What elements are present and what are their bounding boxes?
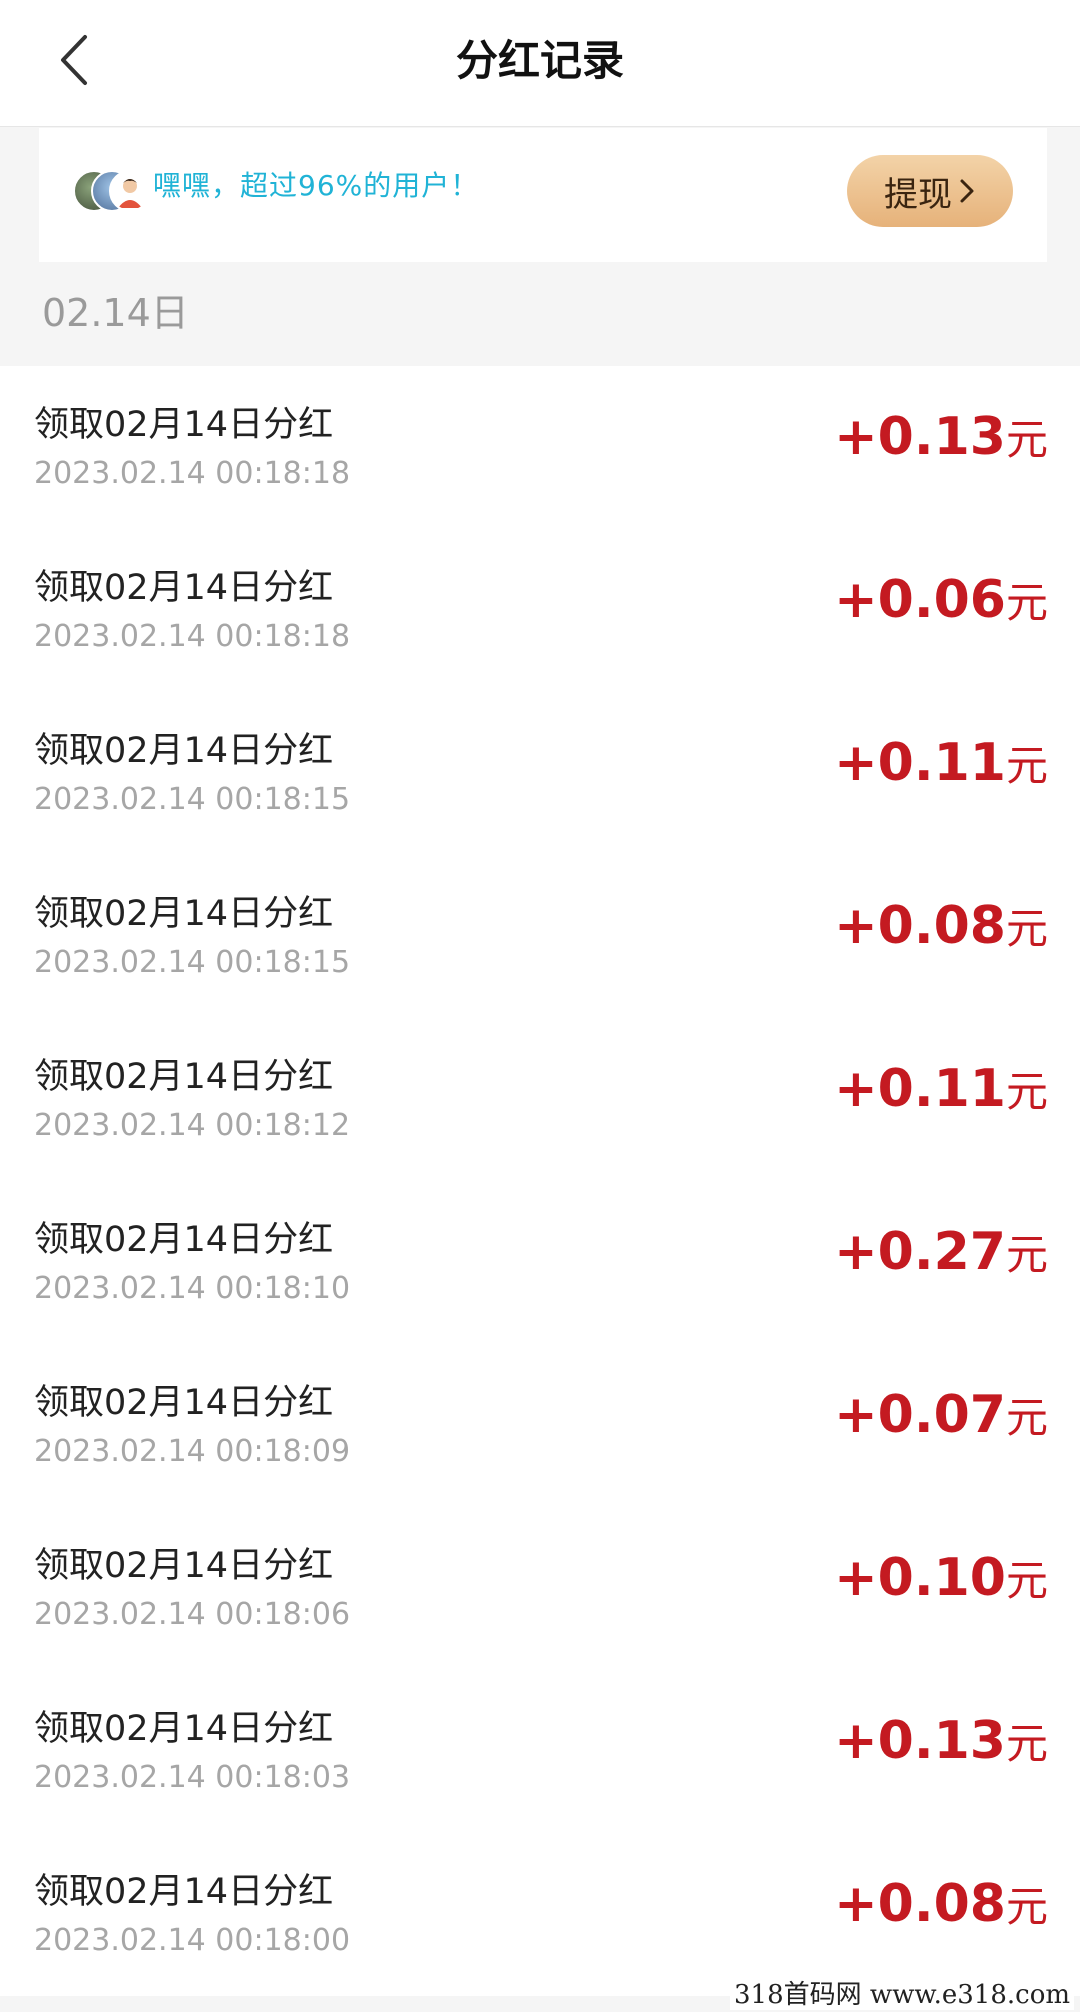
record-time: 2023.02.14 00:18:06 (34, 1597, 351, 1632)
withdraw-button[interactable]: 提现 (847, 155, 1013, 227)
amount-value: +0.11 (834, 1059, 1006, 1119)
amount-value: +0.11 (834, 733, 1006, 793)
chevron-right-icon (960, 179, 974, 203)
top-nav-bar: 分红记录 (0, 0, 1080, 127)
record-amount: +0.13元 (834, 406, 1048, 467)
record-time: 2023.02.14 00:18:15 (34, 782, 351, 817)
record-title: 领取02月14日分红 (34, 405, 334, 445)
record-title: 领取02月14日分红 (34, 1383, 334, 1423)
amount-unit: 元 (1005, 904, 1048, 953)
amount-unit: 元 (1005, 415, 1048, 464)
banner-message: 嘿嘿，超过96%的用户！ (153, 169, 480, 202)
record-amount: +0.27元 (834, 1221, 1048, 1282)
amount-unit: 元 (1005, 741, 1048, 790)
record-time: 2023.02.14 00:18:18 (34, 619, 351, 654)
page-title: 分红记录 (455, 36, 624, 85)
dividend-record-list: 领取02月14日分红 2023.02.14 00:18:18 +0.13元 领取02月… (0, 366, 1080, 1996)
record-amount: +0.11元 (834, 1058, 1048, 1119)
record-amount: +0.08元 (834, 1873, 1048, 1934)
record-amount: +0.06元 (834, 569, 1048, 630)
list-item[interactable]: 领取02月14日分红 2023.02.14 00:18:12 +0.11元 (0, 1018, 1080, 1181)
date-section-header: 02.14日 (42, 291, 189, 335)
amount-unit: 元 (1005, 578, 1048, 627)
amount-value: +0.06 (834, 570, 1006, 630)
amount-value: +0.08 (834, 1874, 1006, 1934)
record-title: 领取02月14日分红 (34, 1220, 334, 1260)
record-time: 2023.02.14 00:18:00 (34, 1923, 351, 1958)
amount-unit: 元 (1005, 1719, 1048, 1768)
record-amount: +0.11元 (834, 732, 1048, 793)
amount-unit: 元 (1005, 1882, 1048, 1931)
record-title: 领取02月14日分红 (34, 731, 334, 771)
record-amount: +0.08元 (834, 895, 1048, 956)
record-time: 2023.02.14 00:18:15 (34, 945, 351, 980)
list-item[interactable]: 领取02月14日分红 2023.02.14 00:18:00 +0.08元 (0, 1833, 1080, 1996)
list-item[interactable]: 领取02月14日分红 2023.02.14 00:18:09 +0.07元 (0, 1344, 1080, 1507)
list-item[interactable]: 领取02月14日分红 2023.02.14 00:18:06 +0.10元 (0, 1507, 1080, 1670)
amount-value: +0.27 (834, 1222, 1006, 1282)
list-item[interactable]: 领取02月14日分红 2023.02.14 00:18:03 +0.13元 (0, 1670, 1080, 1833)
record-time: 2023.02.14 00:18:03 (34, 1760, 351, 1795)
record-title: 领取02月14日分红 (34, 568, 334, 608)
amount-value: +0.07 (834, 1385, 1006, 1445)
record-title: 领取02月14日分红 (34, 1872, 334, 1912)
list-item[interactable]: 领取02月14日分红 2023.02.14 00:18:18 +0.06元 (0, 529, 1080, 692)
amount-unit: 元 (1005, 1556, 1048, 1605)
amount-unit: 元 (1005, 1230, 1048, 1279)
record-time: 2023.02.14 00:18:09 (34, 1434, 351, 1469)
withdraw-label: 提现 (884, 174, 952, 215)
record-time: 2023.02.14 00:18:10 (34, 1271, 351, 1306)
amount-value: +0.13 (834, 1711, 1006, 1771)
list-item[interactable]: 领取02月14日分红 2023.02.14 00:18:18 +0.13元 (0, 366, 1080, 529)
list-item[interactable]: 领取02月14日分红 2023.02.14 00:18:15 +0.11元 (0, 692, 1080, 855)
amount-value: +0.10 (834, 1548, 1006, 1608)
record-time: 2023.02.14 00:18:18 (34, 456, 351, 491)
record-title: 领取02月14日分红 (34, 1057, 334, 1097)
record-amount: +0.07元 (834, 1384, 1048, 1445)
record-amount: +0.10元 (834, 1547, 1048, 1608)
record-title: 领取02月14日分红 (34, 894, 334, 934)
avatar (109, 170, 151, 212)
record-time: 2023.02.14 00:18:12 (34, 1108, 351, 1143)
watermark-text: 318首码网 www.e318.com (730, 1980, 1074, 2010)
record-title: 领取02月14日分红 (34, 1546, 334, 1586)
list-item[interactable]: 领取02月14日分红 2023.02.14 00:18:10 +0.27元 (0, 1181, 1080, 1344)
user-avatars (73, 170, 153, 212)
amount-value: +0.08 (834, 896, 1006, 956)
list-item[interactable]: 领取02月14日分红 2023.02.14 00:18:15 +0.08元 (0, 855, 1080, 1018)
amount-value: +0.13 (834, 407, 1006, 467)
withdraw-banner: 嘿嘿，超过96%的用户！ 提现 (39, 128, 1047, 262)
amount-unit: 元 (1005, 1067, 1048, 1116)
record-title: 领取02月14日分红 (34, 1709, 334, 1749)
amount-unit: 元 (1005, 1393, 1048, 1442)
record-amount: +0.13元 (834, 1710, 1048, 1771)
